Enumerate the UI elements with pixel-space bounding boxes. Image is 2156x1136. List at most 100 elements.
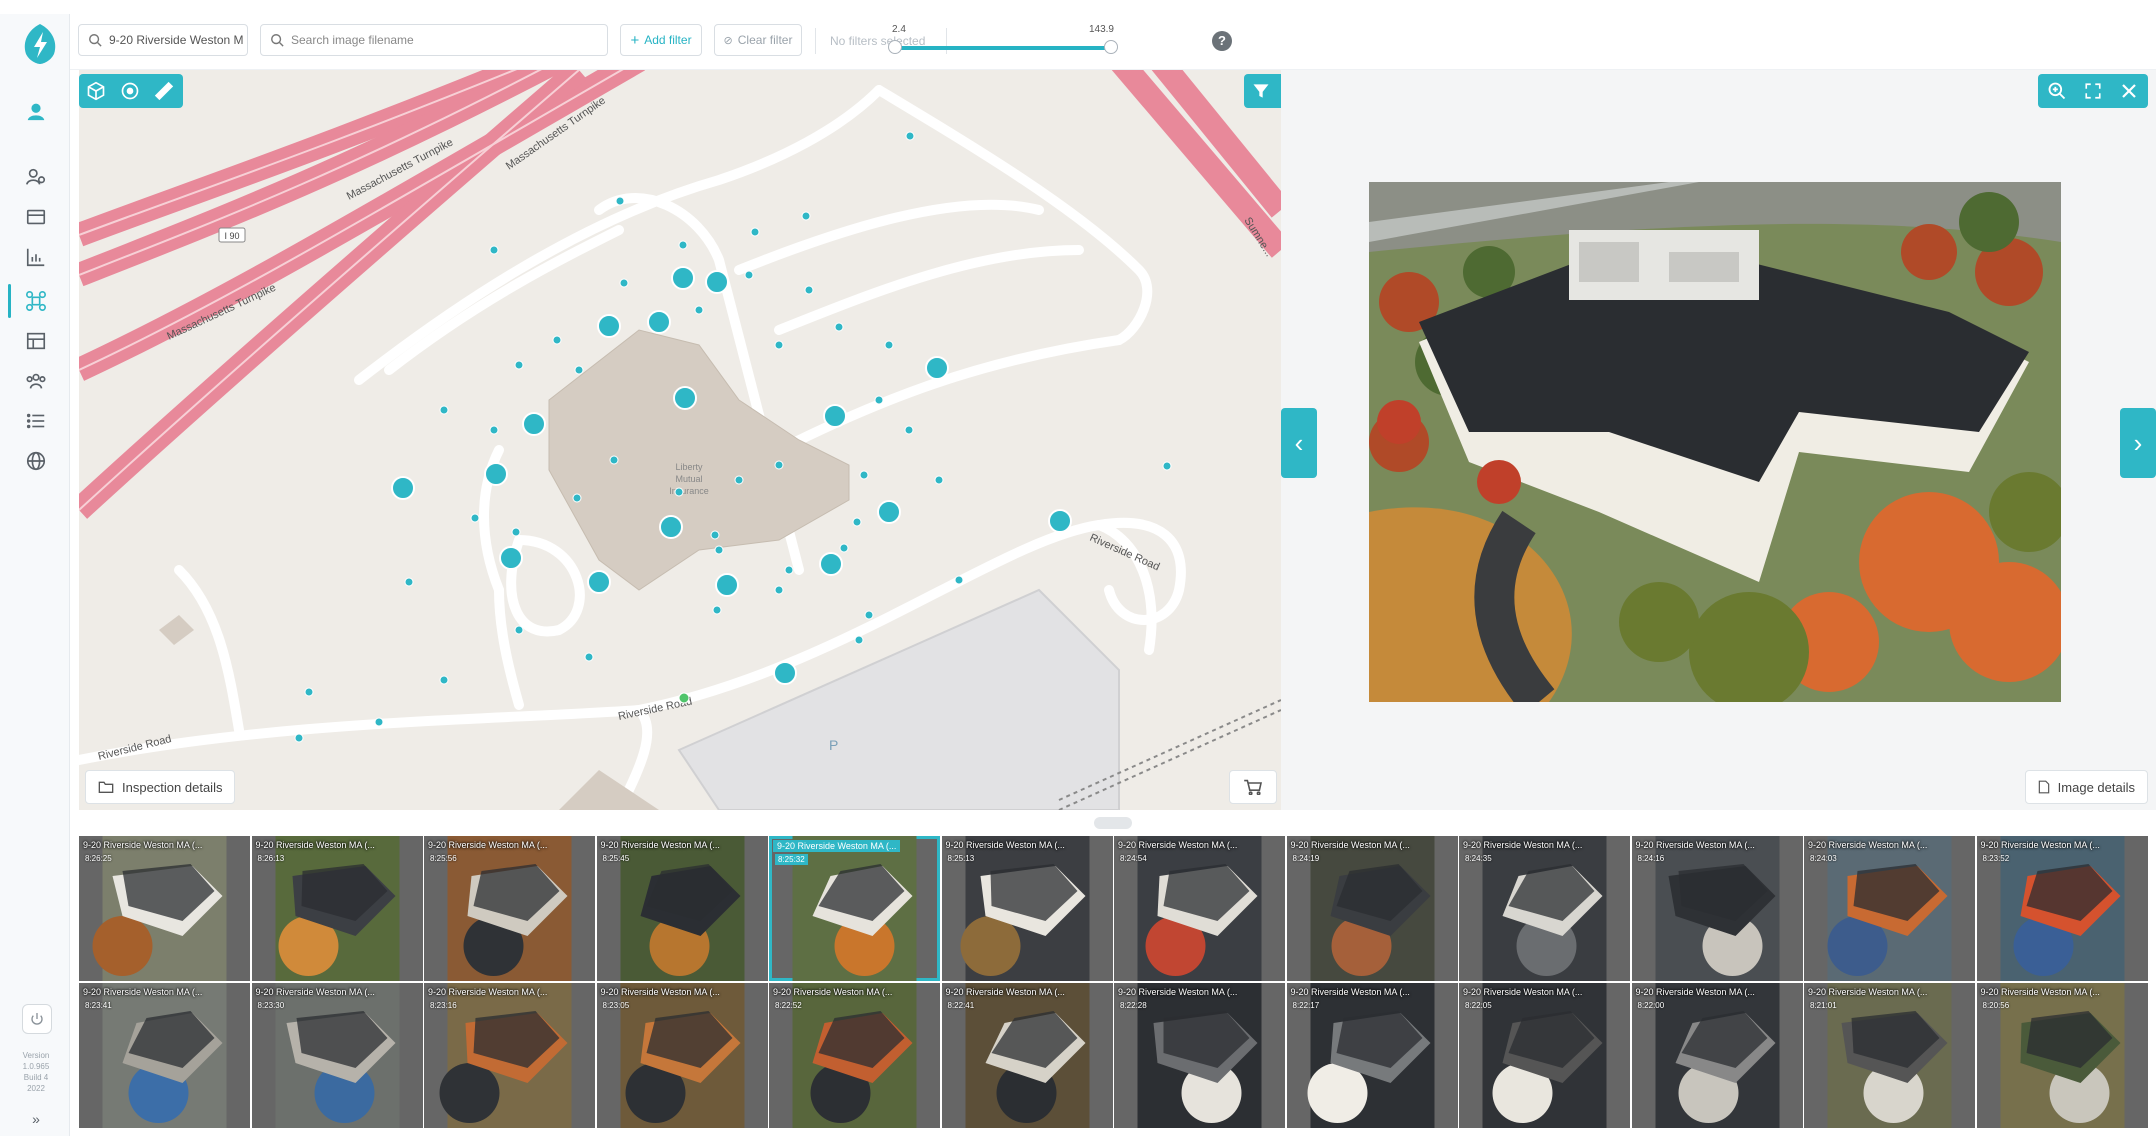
collapse-nav-icon[interactable]: » [12,1112,60,1126]
version-line: Version [22,1051,50,1060]
thumbnail-item[interactable]: 9-20 Riverside Weston MA (... 8:22:05 [1459,983,1630,1128]
map-panel[interactable]: P Liberty Mutual Insurance Massachusetts… [79,70,1281,810]
thumbnail-item[interactable]: 9-20 Riverside Weston MA (... 8:26:25 [79,836,250,981]
thumbnail-item[interactable]: 9-20 Riverside Weston MA (... 8:24:03 [1804,836,1975,981]
drone-icon[interactable] [23,288,49,314]
people-icon[interactable] [23,368,49,394]
target-icon[interactable] [119,80,141,102]
logo-bolt-icon[interactable] [20,22,60,66]
chart-icon[interactable] [23,244,49,270]
thumbnail-item[interactable]: 9-20 Riverside Weston MA (... 8:22:52 [769,983,940,1128]
thumbnail-caption: 9-20 Riverside Weston MA (... [1463,840,1583,850]
thumbnail-item[interactable]: 9-20 Riverside Weston MA (... 8:23:16 [424,983,595,1128]
map-canvas[interactable]: P Liberty Mutual Insurance Massachusetts… [79,70,1281,810]
expand-icon[interactable] [2082,80,2104,102]
thumbnail-item[interactable]: 9-20 Riverside Weston MA (... 8:24:35 [1459,836,1630,981]
search-placeholder: Search image filename [291,33,414,47]
thumbnail-time: 8:25:56 [430,854,457,863]
thumbnail-item[interactable]: 9-20 Riverside Weston MA (... 8:21:01 [1804,983,1975,1128]
thumbnail-time: 8:25:13 [947,854,975,863]
range-min-handle[interactable] [888,40,902,54]
thumbnail-caption: 9-20 Riverside Weston MA (... [1808,840,1928,850]
thumbnail-caption: 9-20 Riverside Weston MA (... [1980,840,2100,850]
thumbnail-item[interactable]: 9-20 Riverside Weston MA (... 8:25:32 [769,836,940,981]
thumbnail-time: 8:22:05 [1465,1001,1492,1010]
power-icon[interactable] [22,1004,52,1034]
globe-icon[interactable] [23,448,49,474]
thumbnail-item[interactable]: 9-20 Riverside Weston MA (... 8:22:28 [1114,983,1285,1128]
thumbnail-time: 8:26:13 [257,854,285,863]
thumbnail-caption: 9-20 Riverside Weston MA (... [1808,987,1928,997]
aerial-photo[interactable] [1369,182,2061,702]
search-input[interactable]: Search image filename [260,24,608,56]
help-icon[interactable]: ? [1212,31,1232,51]
clear-filter-label: Clear filter [737,33,793,47]
table-icon[interactable] [23,328,49,354]
thumbnail-item[interactable]: 9-20 Riverside Weston MA (... 8:26:13 [251,836,423,981]
thumbnail-time: 8:23:16 [430,1001,457,1010]
user-icon[interactable] [23,98,49,124]
inspection-details-button[interactable]: Inspection details [85,770,236,804]
thumbnail-item[interactable]: 9-20 Riverside Weston MA (... 8:25:13 [941,836,1113,981]
range-min-label: 2.4 [892,24,906,35]
panel-resize-handle[interactable] [1094,817,1132,829]
document-icon [2038,780,2049,794]
thumbnail-time: 8:24:19 [1292,854,1320,863]
thumbnail-time: 8:23:05 [602,1001,630,1010]
thumbnail-time: 8:20:56 [1982,1001,2010,1010]
thumbnail-item[interactable]: 9-20 Riverside Weston MA (... 8:23:30 [251,983,423,1128]
cube-icon[interactable] [85,80,107,102]
thumbnail-time: 8:24:03 [1810,854,1837,863]
thumbnail-item[interactable]: 9-20 Riverside Weston MA (... 8:25:56 [424,836,595,981]
inspection-select[interactable]: 9-20 Riverside Weston M [78,24,248,56]
thumbnail-item[interactable]: 9-20 Riverside Weston MA (... 8:22:17 [1286,983,1458,1128]
cart-button[interactable] [1229,770,1277,804]
thumbnail-item[interactable]: 9-20 Riverside Weston MA (... 8:25:45 [596,836,768,981]
version-line: Build 4 [23,1073,49,1082]
thumbnail-time: 8:24:16 [1637,854,1665,863]
ruler-icon[interactable] [153,80,175,102]
thumbnail-caption: 9-20 Riverside Weston MA (... [1118,987,1238,997]
thumbnail-item[interactable]: 9-20 Riverside Weston MA (... 8:23:41 [79,983,250,1128]
viewer-toolbar [2038,74,2148,108]
search-icon [271,34,284,47]
thumbnail-item[interactable]: 9-20 Riverside Weston MA (... 8:22:41 [941,983,1113,1128]
clear-filter-button[interactable]: ⊘ Clear filter [714,24,802,56]
folder-icon [98,781,114,793]
thumbnail-item[interactable]: 9-20 Riverside Weston MA (... 8:24:16 [1631,836,1803,981]
zoom-icon[interactable] [2046,80,2068,102]
list-icon[interactable] [23,408,49,434]
plus-icon: + [630,31,640,49]
altitude-range-slider[interactable]: 2.4 143.9 [888,24,1118,60]
thumbnail-item[interactable]: 9-20 Riverside Weston MA (... 8:23:52 [1976,836,2148,981]
version-line: 2022 [27,1084,45,1093]
left-nav: Version 1.0.965 Build 4 2022 » [0,14,70,1136]
image-details-button[interactable]: Image details [2024,770,2148,804]
thumbnail-caption: 9-20 Riverside Weston MA (... [428,987,548,997]
prev-image-button[interactable]: ‹ [1281,408,1317,478]
thumbnail-item[interactable]: 9-20 Riverside Weston MA (... 8:24:19 [1286,836,1458,981]
thumbnail-time: 8:23:41 [85,1001,112,1010]
card-icon[interactable] [23,204,49,230]
users-icon[interactable] [23,164,49,190]
inspection-select-value: 9-20 Riverside Weston M [109,33,244,47]
thumbnail-time: 8:22:00 [1637,1001,1665,1010]
thumbnail-item[interactable]: 9-20 Riverside Weston MA (... 8:20:56 [1976,983,2148,1128]
clear-icon: ⊘ [723,34,733,47]
thumbnail-strip: 9-20 Riverside Weston MA (... 8:26:25 9-20… [79,836,2149,1130]
thumbnail-caption: 9-20 Riverside Weston MA (... [83,987,203,997]
range-max-handle[interactable] [1104,40,1118,54]
thumbnail-item[interactable]: 9-20 Riverside Weston MA (... 8:24:54 [1114,836,1285,981]
add-filter-button[interactable]: + Add filter [620,24,702,56]
close-icon[interactable] [2118,80,2140,102]
thumbnail-item[interactable]: 9-20 Riverside Weston MA (... 8:22:00 [1631,983,1803,1128]
thumbnail-time: 8:24:35 [1465,854,1492,863]
image-viewer: ‹ › Image details [1281,70,2156,810]
thumbnail-item[interactable]: 9-20 Riverside Weston MA (... 8:23:05 [596,983,768,1128]
funnel-icon[interactable] [1250,80,1272,102]
thumbnail-caption: 9-20 Riverside Weston MA (... [255,987,375,997]
thumbnail-caption: 9-20 Riverside Weston MA (... [600,987,720,997]
map-toolbar-left [79,74,183,108]
parking-label: P [829,737,838,753]
next-image-button[interactable]: › [2120,408,2156,478]
